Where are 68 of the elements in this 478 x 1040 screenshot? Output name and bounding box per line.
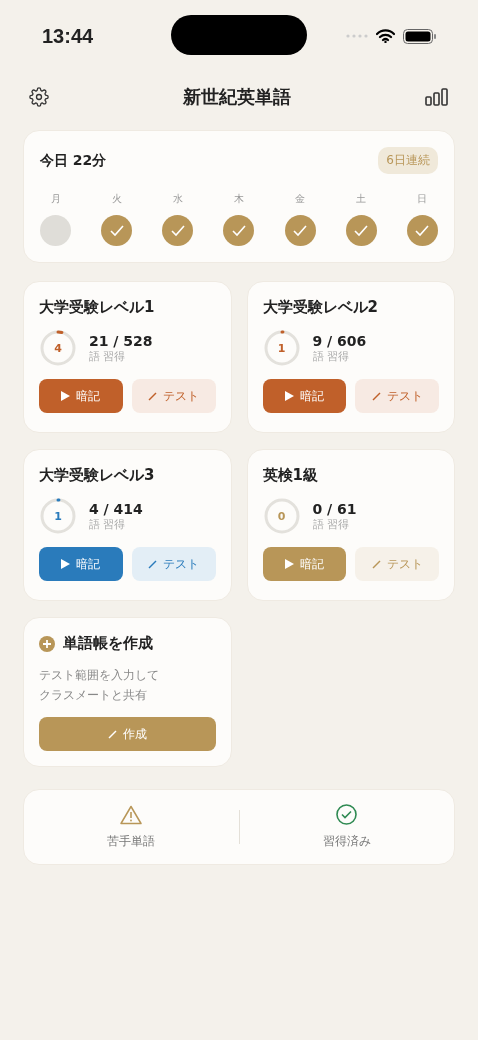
test-button[interactable]: テスト xyxy=(355,547,439,581)
ring-percent: 0 xyxy=(277,510,286,522)
progress-ring xyxy=(262,329,301,367)
learned-count: 4 / 414 xyxy=(89,500,143,517)
today-time: 今日 22分 xyxy=(40,151,107,170)
warning-icon xyxy=(120,804,143,825)
check-circle-icon xyxy=(336,804,358,825)
count-unit: 語 習得 xyxy=(312,348,350,364)
study-button[interactable]: 暗記 xyxy=(39,547,123,581)
plus-icon xyxy=(39,635,55,652)
test-button[interactable]: テスト xyxy=(131,547,216,581)
weekday-label: 土 xyxy=(356,192,367,206)
progress-ring xyxy=(39,497,77,535)
weekday-label: 金 xyxy=(295,192,306,206)
deck-title: 英検1級 xyxy=(262,466,319,485)
pencil-icon xyxy=(371,391,381,401)
check-icon xyxy=(415,224,430,237)
shortcut-link[interactable]: 苦手単語 xyxy=(24,803,239,851)
test-button[interactable]: テスト xyxy=(355,379,439,413)
app-title: 新世紀英単語 xyxy=(183,85,291,109)
weekday-label: 火 xyxy=(111,192,122,206)
battery-icon xyxy=(403,28,436,44)
ring-percent: 1 xyxy=(54,510,62,522)
pencil-icon xyxy=(107,729,117,739)
stats-icon[interactable] xyxy=(425,88,449,106)
count-unit: 語 習得 xyxy=(89,516,127,532)
weekday-label: 日 xyxy=(417,192,428,206)
deck-title: 大学受験レベル3 xyxy=(39,466,156,485)
pencil-icon xyxy=(148,559,158,569)
check-icon xyxy=(354,224,369,237)
streak-badge: 6日連続 xyxy=(378,147,438,174)
create-description: テスト範囲を入力して xyxy=(39,667,160,684)
ring-percent: 1 xyxy=(277,342,286,354)
play-icon xyxy=(284,391,294,401)
create-description: クラスメートと共有 xyxy=(39,687,148,704)
deck-title: 大学受験レベル2 xyxy=(262,298,379,317)
learned-count: 21 / 528 xyxy=(89,332,153,349)
settings-icon[interactable] xyxy=(29,87,49,107)
count-unit: 語 習得 xyxy=(89,348,127,364)
weekday-label: 月 xyxy=(50,192,61,206)
pencil-icon xyxy=(371,559,381,569)
create-title: 単語帳を作成 xyxy=(63,634,153,653)
pencil-icon xyxy=(148,391,158,401)
check-icon xyxy=(109,224,124,237)
check-icon xyxy=(231,224,246,237)
count-unit: 語 習得 xyxy=(312,516,350,532)
ring-percent: 4 xyxy=(54,342,62,354)
learned-count: 9 / 606 xyxy=(312,332,367,349)
shortcut-link[interactable]: 習得済み xyxy=(239,803,454,851)
weekday-label: 木 xyxy=(233,192,244,206)
progress-ring xyxy=(39,329,77,367)
weekday-label: 水 xyxy=(172,192,183,206)
signal-icon xyxy=(346,34,368,38)
study-button[interactable]: 暗記 xyxy=(39,379,123,413)
test-button[interactable]: テスト xyxy=(131,379,216,413)
check-icon xyxy=(170,224,185,237)
study-button[interactable]: 暗記 xyxy=(262,547,347,581)
check-icon xyxy=(293,224,308,237)
learned-count: 0 / 61 xyxy=(312,500,357,517)
create-button[interactable]: 作成 xyxy=(39,717,216,751)
progress-ring xyxy=(262,497,301,535)
play-icon xyxy=(61,391,71,401)
status-time: 13:44 xyxy=(42,24,94,48)
study-button[interactable]: 暗記 xyxy=(262,379,347,413)
play-icon xyxy=(284,559,294,569)
deck-title: 大学受験レベル1 xyxy=(39,298,156,317)
play-icon xyxy=(61,559,71,569)
wifi-icon xyxy=(376,29,395,43)
